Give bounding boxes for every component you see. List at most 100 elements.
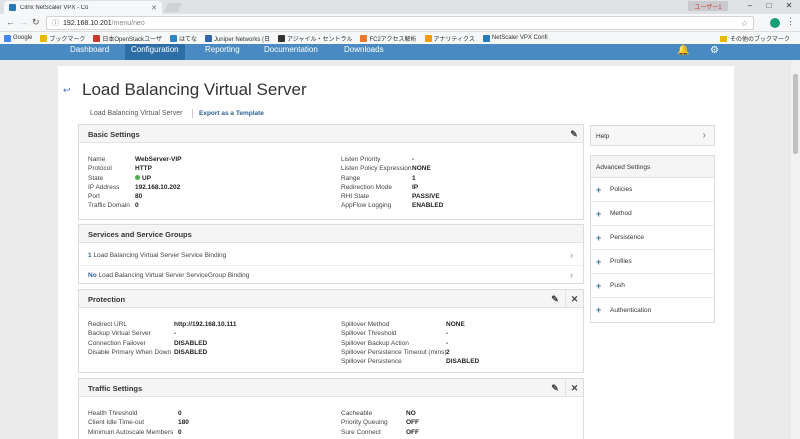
divider: [192, 109, 193, 118]
back-icon[interactable]: ↩: [63, 85, 71, 96]
profile-chip[interactable]: ユーザー1: [688, 1, 728, 11]
maximize-button[interactable]: □: [760, 1, 778, 10]
advanced-item-push[interactable]: + Push: [591, 274, 714, 298]
bookmark-favicon-icon: [204, 34, 212, 42]
binding-count: 1: [88, 252, 92, 259]
field-labels: Spillover Method Spillover Threshold Spi…: [341, 321, 447, 366]
url-host: 192.168.10.201: [63, 19, 112, 27]
back-arrow-icon[interactable]: ←: [6, 17, 15, 27]
folder-icon: [719, 35, 727, 42]
card-title: Services and Service Groups: [88, 230, 192, 239]
traffic-settings-card: Traffic Settings ✎ ✕ Health Threshold Cl…: [78, 378, 584, 439]
services-card: Services and Service Groups 1 Load Balan…: [78, 224, 584, 284]
field-values: WebServer-VIP HTTP UP 192.168.10.202 80 …: [135, 156, 182, 210]
status-dot-icon: [135, 174, 140, 180]
field-labels: Name Protocol State IP Address Port Traf…: [88, 156, 130, 210]
extension-icon[interactable]: [770, 18, 780, 28]
plus-icon: +: [596, 280, 602, 291]
app-navbar: Dashboard Configuration Reporting Docume…: [0, 44, 800, 60]
field-labels: Redirect URL Backup Virtual Server Conne…: [88, 321, 172, 356]
bookmark-favicon-icon: [40, 34, 48, 42]
servicegroup-binding-row[interactable]: No Load Balancing Virtual Server Service…: [79, 265, 583, 284]
plus-icon: +: [596, 208, 602, 219]
chevron-right-icon: ›: [702, 130, 706, 141]
card-header: Protection ✎ ✕: [79, 290, 583, 308]
bookmark-item[interactable]: FC2アクセス解析: [360, 34, 417, 43]
advanced-item-method[interactable]: + Method: [591, 202, 714, 226]
advanced-item-authentication[interactable]: + Authentication: [591, 298, 714, 322]
plus-icon: +: [596, 232, 602, 243]
binding-count: No: [88, 272, 97, 279]
bookmark-item[interactable]: 日本OpenStackユーザ: [93, 34, 162, 43]
url-path: /menu/neo: [111, 19, 145, 27]
page-title: Load Balancing Virtual Server: [82, 80, 307, 99]
help-label: Help: [596, 133, 610, 140]
new-tab-button[interactable]: [164, 3, 182, 12]
bookmark-favicon-icon: [169, 34, 177, 42]
browser-menu-icon[interactable]: ⋮: [786, 16, 795, 27]
bookmark-favicon-icon: [93, 34, 101, 42]
advanced-settings-header: Advanced Settings: [591, 156, 714, 178]
nav-reporting[interactable]: Reporting: [199, 44, 246, 60]
breadcrumb: Load Balancing Virtual Server: [90, 110, 183, 117]
citrix-favicon-icon: [9, 4, 16, 11]
advanced-settings-panel: Advanced Settings + Policies + Method + Per…: [590, 155, 715, 323]
help-panel[interactable]: Help ›: [590, 125, 715, 146]
protection-card: Protection ✎ ✕ Redirect URL Backup Virtu…: [78, 289, 584, 373]
card-title: Protection: [88, 295, 126, 304]
bookmark-item[interactable]: アナリティクス: [424, 34, 475, 43]
edit-pencil-icon[interactable]: ✎: [565, 125, 583, 143]
bookmark-favicon-icon: [278, 34, 285, 42]
edit-pencil-icon[interactable]: ✎: [546, 379, 564, 397]
advanced-item-persistence[interactable]: + Persistence: [591, 226, 714, 250]
bookmark-favicon-icon: [424, 34, 432, 42]
card-header: Traffic Settings ✎ ✕: [79, 379, 583, 397]
close-icon[interactable]: ✕: [565, 290, 583, 308]
field-labels: Cacheable Priority Queuing Sure Connect: [341, 410, 388, 436]
field-values: - NONE 1 IP PASSIVE ENABLED: [412, 156, 444, 210]
nav-dashboard[interactable]: Dashboard: [64, 44, 115, 60]
nav-configuration[interactable]: Configuration: [125, 44, 185, 60]
advanced-item-policies[interactable]: + Policies: [591, 178, 714, 202]
field-values: NONE - - 2 DISABLED: [446, 321, 480, 366]
chevron-right-icon: ›: [570, 250, 573, 260]
bookmark-star-icon[interactable]: ☆: [741, 19, 748, 28]
plus-icon: +: [596, 256, 602, 267]
browser-tab[interactable]: Citrix NetScaler VPX - Co ✕: [4, 1, 162, 14]
gear-icon[interactable]: ⚙: [710, 45, 719, 56]
bookmark-favicon-icon: [360, 34, 368, 42]
scrollbar-thumb[interactable]: [793, 74, 798, 154]
plus-icon: +: [596, 305, 602, 315]
status-badge: UP: [142, 174, 152, 182]
bookmark-favicon-icon: [4, 34, 11, 42]
info-icon[interactable]: ⓘ: [52, 18, 59, 28]
address-bar: ← → ↻ ⓘ 192.168.10.201 /menu/neo ☆ ⋮: [0, 14, 800, 32]
field-values: 0 180 0: [178, 410, 189, 436]
service-binding-row[interactable]: 1 Load Balancing Virtual Server Service …: [79, 246, 583, 265]
edit-pencil-icon[interactable]: ✎: [546, 290, 564, 308]
forward-arrow-icon[interactable]: →: [19, 17, 28, 27]
card-header: Services and Service Groups: [79, 225, 583, 243]
url-input[interactable]: ⓘ 192.168.10.201 /menu/neo ☆: [46, 16, 754, 30]
export-template-link[interactable]: Export as a Template: [199, 110, 264, 117]
close-icon[interactable]: ✕: [565, 379, 583, 397]
reload-icon[interactable]: ↻: [32, 17, 40, 28]
bookmark-item[interactable]: アジャイル・セントラル: [278, 34, 352, 43]
bookmark-item[interactable]: Google: [4, 34, 32, 42]
nav-downloads[interactable]: Downloads: [338, 44, 390, 60]
nav-documentation[interactable]: Documentation: [258, 44, 324, 60]
scrollbar[interactable]: [791, 60, 800, 439]
bookmarks-bar: Google ブックマーク 日本OpenStackユーザ はてな Juniper…: [0, 32, 800, 44]
other-bookmarks[interactable]: その他のブックマーク: [719, 34, 790, 43]
minimize-button[interactable]: –: [741, 1, 759, 10]
bookmark-item[interactable]: はてな: [169, 34, 197, 43]
bell-icon[interactable]: 🔔: [677, 45, 689, 56]
bookmark-item[interactable]: NetScaler VPX Confi: [482, 34, 548, 42]
close-tab-icon[interactable]: ✕: [151, 4, 157, 12]
card-title: Basic Settings: [88, 130, 140, 139]
bookmark-item[interactable]: ブックマーク: [40, 34, 85, 43]
close-window-button[interactable]: ✕: [780, 1, 798, 10]
bookmark-item[interactable]: Juniper Networks (日: [204, 34, 270, 43]
plus-icon: +: [596, 184, 602, 195]
advanced-item-profiles[interactable]: + Profiles: [591, 250, 714, 274]
